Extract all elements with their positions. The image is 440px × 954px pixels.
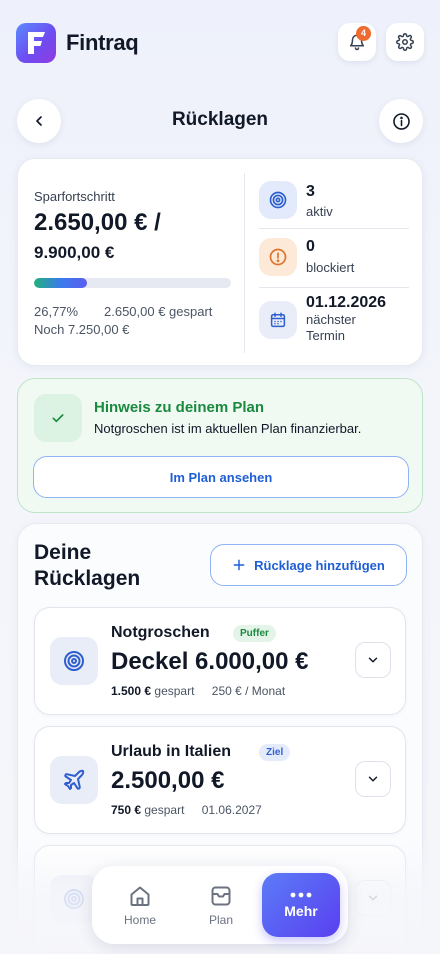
reserve-name: Urlaub in Italien — [111, 743, 232, 760]
divider — [259, 287, 409, 288]
app-name: Fintraq — [66, 30, 139, 55]
nav-plan[interactable]: Plan — [189, 874, 253, 936]
divider — [259, 228, 409, 229]
alert-circle-icon — [259, 238, 297, 276]
notifications-button[interactable]: 4 — [338, 23, 376, 61]
progress-bar — [34, 278, 231, 288]
page-title: Rücklagen — [171, 109, 269, 130]
expand-button[interactable] — [355, 761, 391, 797]
target-amount: 9.900,00 € — [34, 243, 115, 262]
hint-title: Hinweis zu deinem Plan — [94, 399, 265, 416]
reserve-tag: Puffer — [233, 625, 276, 642]
add-reserve-button[interactable]: Rücklage hinzufügen — [210, 544, 407, 586]
reserve-saved: 1.500 € — [111, 684, 152, 698]
info-icon — [392, 112, 410, 130]
target-icon — [259, 181, 297, 219]
view-in-plan-button[interactable]: Im Plan ansehen — [33, 456, 409, 498]
savings-progress-card: Sparfortschritt 2.650,00 € / 9.900,00 € … — [17, 158, 423, 366]
info-button[interactable] — [379, 99, 423, 143]
reserve-saved: 750 € — [111, 803, 142, 817]
notification-badge: 4 — [356, 26, 371, 41]
reserve-item[interactable]: Notgroschen Puffer Deckel 6.000,00 € 1.5… — [34, 607, 406, 715]
progress-percent: 26,77% — [34, 304, 79, 319]
stat-next-date-label: Termin — [306, 328, 346, 343]
reserve-amount: Deckel 6.000,00 € — [111, 648, 309, 675]
divider — [244, 173, 245, 353]
progress-label: Sparfortschritt — [34, 189, 115, 204]
target-icon — [50, 637, 98, 685]
fintraq-logo-icon — [16, 23, 56, 63]
nav-more-label: Mehr — [284, 903, 318, 919]
reserve-amount: 2.500,00 € — [111, 767, 225, 794]
reserve-extra: 250 € / Monat — [211, 684, 286, 698]
reserve-tag: Ziel — [259, 744, 291, 761]
stat-blocked-label: blockiert — [306, 260, 355, 275]
plan-hint-card: Hinweis zu deinem Plan Notgroschen ist i… — [17, 378, 423, 513]
stat-active-label: aktiv — [306, 204, 333, 219]
nav-more[interactable]: Mehr — [262, 873, 340, 937]
home-icon — [130, 886, 150, 906]
top-bar: Fintraq 4 — [0, 0, 440, 86]
add-reserve-label: Rücklage hinzufügen — [254, 557, 385, 573]
reserve-extra: 01.06.2027 — [201, 803, 262, 817]
progress-saved: 2.650,00 € gespart — [104, 304, 213, 319]
stat-active-value: 3 — [306, 183, 315, 200]
settings-button[interactable] — [386, 23, 424, 61]
reserve-saved-label: gespart — [144, 803, 185, 817]
expand-button[interactable] — [355, 642, 391, 678]
progress-remaining: Noch 7.250,00 € — [34, 322, 130, 337]
reserves-title: Deine Rücklagen — [34, 541, 141, 590]
progress-bar-fill — [34, 278, 87, 288]
stat-next-date-value: 01.12.2026 — [306, 294, 387, 311]
inbox-icon — [211, 886, 231, 905]
stat-next-date-label: nächster — [306, 312, 356, 327]
reserve-item[interactable]: Urlaub in Italien Ziel 2.500,00 € 750 € … — [34, 726, 406, 834]
reserve-saved-label: gespart — [154, 684, 195, 698]
chevron-down-icon — [368, 776, 378, 782]
plus-icon — [233, 559, 245, 571]
reserve-name: Notgroschen — [111, 624, 210, 641]
airplane-icon — [50, 756, 98, 804]
nav-plan-label: Plan — [208, 912, 234, 927]
calendar-icon — [259, 301, 297, 339]
chevron-down-icon — [368, 657, 378, 663]
check-icon — [34, 394, 82, 442]
saved-amount: 2.650,00 € / — [34, 209, 161, 236]
reserve-meta: 1.500 € gespart 250 € / Monat — [111, 684, 285, 698]
more-dots-icon — [290, 892, 312, 898]
bottom-navigation: Home Plan Mehr — [92, 866, 348, 944]
gear-icon — [396, 33, 414, 51]
nav-home[interactable]: Home — [108, 874, 172, 936]
stat-blocked-value: 0 — [306, 238, 315, 255]
reserve-meta: 750 € gespart 01.06.2027 — [111, 803, 262, 817]
hint-text: Notgroschen ist im aktuellen Plan finanz… — [94, 421, 362, 436]
nav-home-label: Home — [123, 912, 156, 927]
